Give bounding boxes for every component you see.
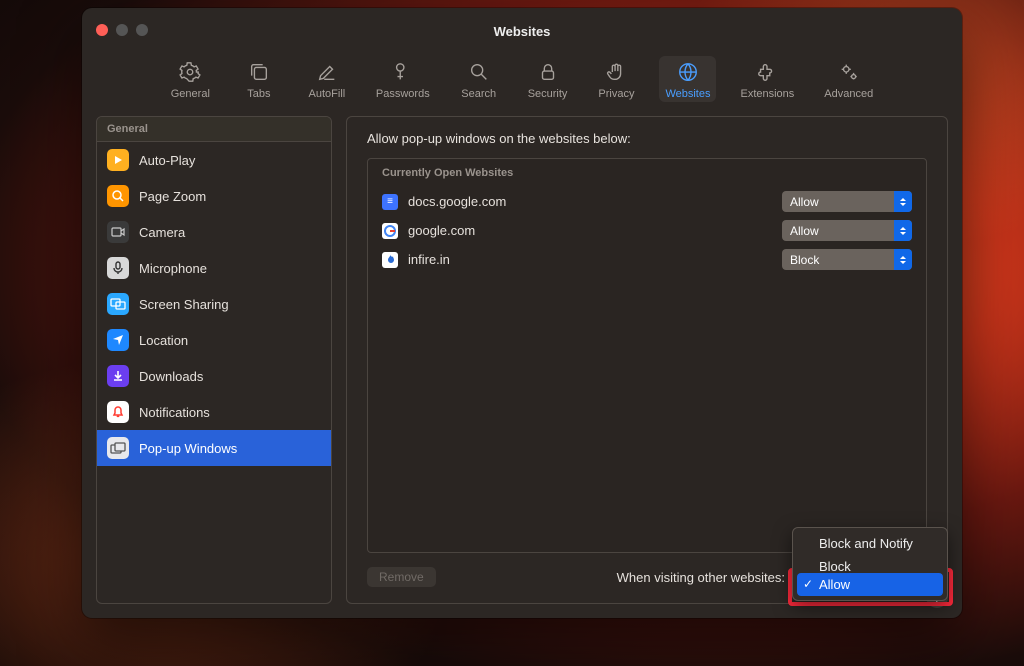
- sidebar-item-popup-windows[interactable]: Pop-up Windows: [97, 430, 331, 466]
- toolbar-item-advanced[interactable]: Advanced: [818, 56, 879, 102]
- sidebar-item-label: Camera: [139, 225, 185, 240]
- sidebar-item-label: Pop-up Windows: [139, 441, 237, 456]
- toolbar-item-passwords[interactable]: Passwords: [370, 56, 436, 102]
- sidebar-item-screensharing[interactable]: Screen Sharing: [97, 286, 331, 322]
- dropdown-arrows-icon: [894, 191, 912, 212]
- sidebar-item-camera[interactable]: Camera: [97, 214, 331, 250]
- preferences-window: Websites General Tabs AutoFill Passwords…: [82, 8, 962, 618]
- site-setting-dropdown[interactable]: Block: [782, 249, 912, 270]
- toolbar-label: General: [171, 88, 210, 100]
- websites-list: Currently Open Websites ≡ docs.google.co…: [367, 158, 927, 553]
- gears-icon: [837, 60, 861, 84]
- key-icon: [391, 60, 415, 84]
- toolbar-item-privacy[interactable]: Privacy: [591, 56, 641, 102]
- other-websites-dropdown-menu: Block and Notify Block Allow: [792, 527, 948, 601]
- pencil-icon: [315, 60, 339, 84]
- site-row[interactable]: ≡ docs.google.com Allow: [368, 187, 926, 216]
- favicon-infire-icon: [382, 252, 398, 268]
- lock-icon: [536, 60, 560, 84]
- sidebar-item-notifications[interactable]: Notifications: [97, 394, 331, 430]
- site-row[interactable]: google.com Allow: [368, 216, 926, 245]
- zoom-window-button[interactable]: [136, 24, 148, 36]
- toolbar-label: Security: [528, 88, 568, 100]
- popup-item-block-notify[interactable]: Block and Notify: [797, 532, 943, 555]
- popup-item-allow[interactable]: Allow: [797, 573, 943, 596]
- camera-icon: [107, 221, 129, 243]
- favicon-google-icon: [382, 223, 398, 239]
- download-icon: [107, 365, 129, 387]
- site-setting-value: Allow: [790, 195, 819, 209]
- site-setting-dropdown[interactable]: Allow: [782, 191, 912, 212]
- globe-icon: [676, 60, 700, 84]
- main-panel: Allow pop-up windows on the websites bel…: [346, 116, 948, 604]
- toolbar-label: AutoFill: [309, 88, 346, 100]
- zoom-icon: [107, 185, 129, 207]
- sidebar-item-label: Page Zoom: [139, 189, 206, 204]
- puzzle-icon: [755, 60, 779, 84]
- toolbar-label: Privacy: [598, 88, 634, 100]
- favicon-docs-icon: ≡: [382, 194, 398, 210]
- sidebar-item-label: Downloads: [139, 369, 203, 384]
- sidebar-item-label: Auto-Play: [139, 153, 195, 168]
- traffic-lights: [96, 24, 148, 36]
- location-icon: [107, 329, 129, 351]
- minimize-window-button[interactable]: [116, 24, 128, 36]
- sidebar-item-microphone[interactable]: Microphone: [97, 250, 331, 286]
- dropdown-arrows-icon: [894, 249, 912, 270]
- toolbar-item-websites[interactable]: Websites: [659, 56, 716, 102]
- sidebar-item-label: Location: [139, 333, 188, 348]
- toolbar-label: Advanced: [824, 88, 873, 100]
- windows-icon: [107, 437, 129, 459]
- popup-item-block[interactable]: Block: [797, 555, 943, 573]
- site-name: infire.in: [408, 252, 772, 267]
- window-title: Websites: [494, 24, 551, 39]
- toolbar-label: Tabs: [247, 88, 270, 100]
- sidebar-item-label: Microphone: [139, 261, 207, 276]
- site-name: google.com: [408, 223, 772, 238]
- sidebar-item-location[interactable]: Location: [97, 322, 331, 358]
- toolbar-label: Passwords: [376, 88, 430, 100]
- toolbar-label: Search: [461, 88, 496, 100]
- sidebar: General Auto-Play Page Zoom Camera Micro…: [96, 116, 332, 604]
- main-heading: Allow pop-up windows on the websites bel…: [367, 131, 927, 146]
- screens-icon: [107, 293, 129, 315]
- titlebar: Websites: [82, 8, 962, 54]
- sidebar-item-label: Notifications: [139, 405, 210, 420]
- dropdown-arrows-icon: [894, 220, 912, 241]
- site-name: docs.google.com: [408, 194, 772, 209]
- microphone-icon: [107, 257, 129, 279]
- sidebar-header: General: [97, 117, 331, 142]
- toolbar-item-security[interactable]: Security: [522, 56, 574, 102]
- site-row[interactable]: infire.in Block: [368, 245, 926, 274]
- toolbar-item-tabs[interactable]: Tabs: [234, 56, 284, 102]
- sidebar-item-pagezoom[interactable]: Page Zoom: [97, 178, 331, 214]
- hand-icon: [604, 60, 628, 84]
- site-setting-dropdown[interactable]: Allow: [782, 220, 912, 241]
- gear-icon: [178, 60, 202, 84]
- close-window-button[interactable]: [96, 24, 108, 36]
- sidebar-item-downloads[interactable]: Downloads: [97, 358, 331, 394]
- sidebar-item-label: Screen Sharing: [139, 297, 229, 312]
- toolbar-item-search[interactable]: Search: [454, 56, 504, 102]
- toolbar: General Tabs AutoFill Passwords Search S…: [82, 54, 962, 116]
- remove-button[interactable]: Remove: [367, 567, 436, 587]
- toolbar-label: Websites: [665, 88, 710, 100]
- toolbar-item-general[interactable]: General: [165, 56, 216, 102]
- site-setting-value: Block: [790, 253, 819, 267]
- site-setting-value: Allow: [790, 224, 819, 238]
- websites-list-header: Currently Open Websites: [368, 159, 926, 187]
- play-icon: [107, 149, 129, 171]
- tabs-icon: [247, 60, 271, 84]
- search-icon: [467, 60, 491, 84]
- other-websites-label: When visiting other websites:: [448, 570, 785, 585]
- toolbar-label: Extensions: [740, 88, 794, 100]
- bell-icon: [107, 401, 129, 423]
- toolbar-item-extensions[interactable]: Extensions: [734, 56, 800, 102]
- toolbar-item-autofill[interactable]: AutoFill: [302, 56, 352, 102]
- content-area: General Auto-Play Page Zoom Camera Micro…: [82, 116, 962, 618]
- sidebar-item-autoplay[interactable]: Auto-Play: [97, 142, 331, 178]
